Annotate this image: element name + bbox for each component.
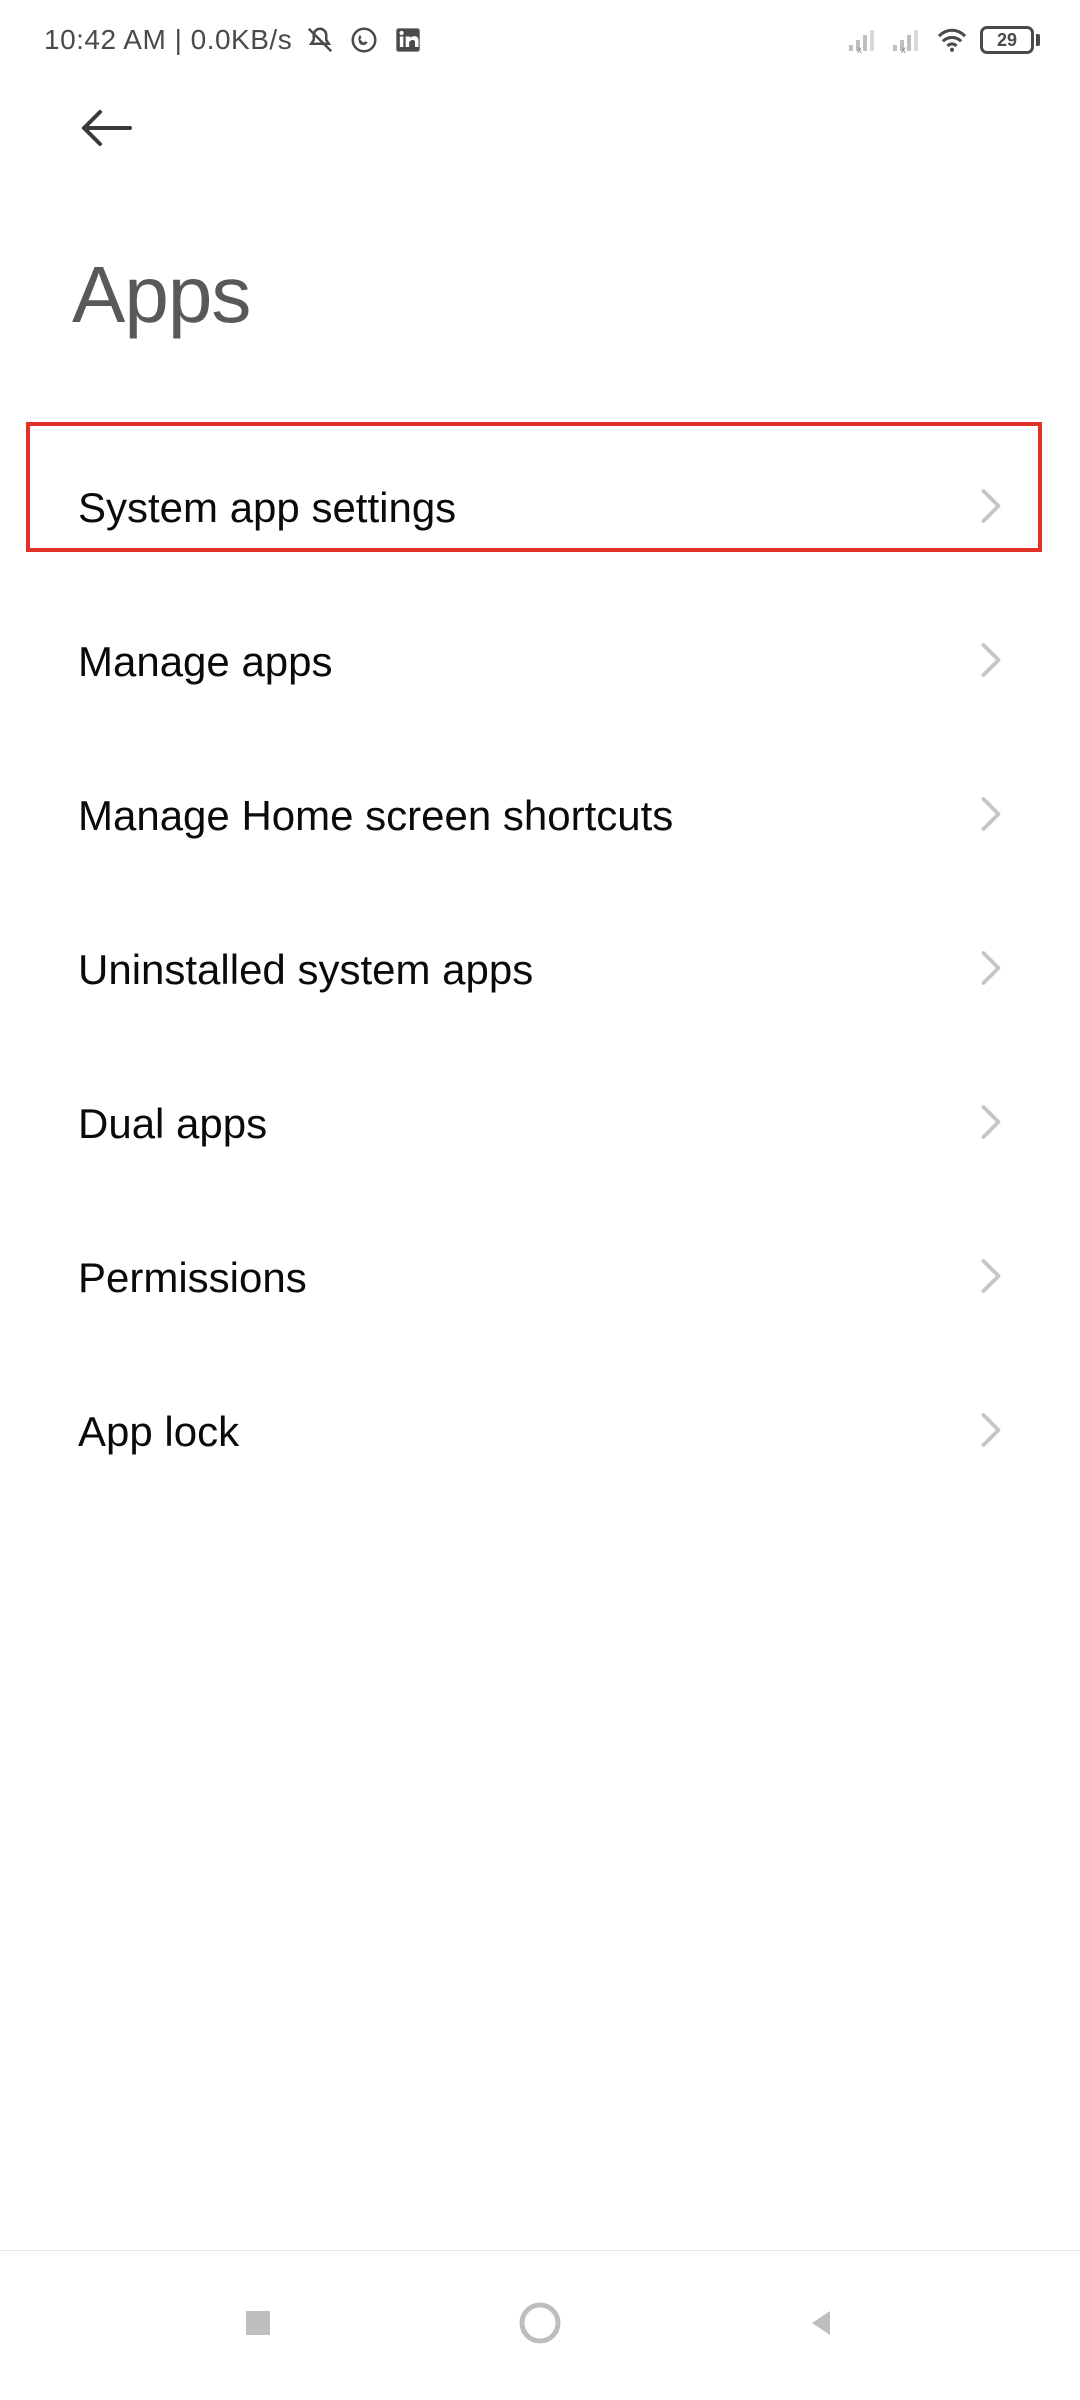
row-uninstalled-system-apps[interactable]: Uninstalled system apps [0, 893, 1080, 1047]
svg-text:x: x [901, 45, 906, 53]
whatsapp-icon [348, 24, 380, 56]
row-label: Dual apps [78, 1100, 267, 1148]
chevron-right-icon [980, 1412, 1002, 1453]
chevron-right-icon [980, 950, 1002, 991]
wifi-icon [936, 24, 968, 56]
svg-text:x: x [857, 45, 862, 53]
battery-percent: 29 [980, 26, 1034, 54]
nav-back-icon[interactable] [802, 2303, 842, 2348]
page-title: Apps [0, 155, 1080, 341]
linkedin-icon [392, 24, 424, 56]
row-label: Permissions [78, 1254, 307, 1302]
row-label: Manage Home screen shortcuts [78, 792, 673, 840]
row-app-lock[interactable]: App lock [0, 1355, 1080, 1509]
nav-home-icon[interactable] [515, 2298, 565, 2353]
chevron-right-icon [980, 1104, 1002, 1145]
android-nav-bar [0, 2250, 1080, 2400]
battery-icon: 29 [980, 26, 1040, 54]
signal-sim1-icon: x [848, 24, 880, 56]
row-label: Manage apps [78, 638, 333, 686]
nav-recent-icon[interactable] [238, 2303, 278, 2348]
row-label: App lock [78, 1408, 239, 1456]
row-dual-apps[interactable]: Dual apps [0, 1047, 1080, 1201]
dnd-mute-icon [304, 24, 336, 56]
status-time-net: 10:42 AM | 0.0KB/s [44, 24, 292, 56]
status-bar: 10:42 AM | 0.0KB/s [0, 0, 1080, 66]
row-system-app-settings[interactable]: System app settings [0, 431, 1080, 585]
row-manage-apps[interactable]: Manage apps [0, 585, 1080, 739]
signal-sim2-icon: x [892, 24, 924, 56]
status-right: x x 29 [848, 24, 1040, 56]
settings-list: System app settings Manage apps Manage H… [0, 341, 1080, 1509]
back-button[interactable] [0, 66, 1080, 155]
row-label: Uninstalled system apps [78, 946, 533, 994]
chevron-right-icon [980, 488, 1002, 529]
row-label: System app settings [78, 484, 456, 532]
chevron-right-icon [980, 642, 1002, 683]
status-left: 10:42 AM | 0.0KB/s [44, 24, 424, 56]
row-manage-home-shortcuts[interactable]: Manage Home screen shortcuts [0, 739, 1080, 893]
chevron-right-icon [980, 1258, 1002, 1299]
row-permissions[interactable]: Permissions [0, 1201, 1080, 1355]
chevron-right-icon [980, 796, 1002, 837]
